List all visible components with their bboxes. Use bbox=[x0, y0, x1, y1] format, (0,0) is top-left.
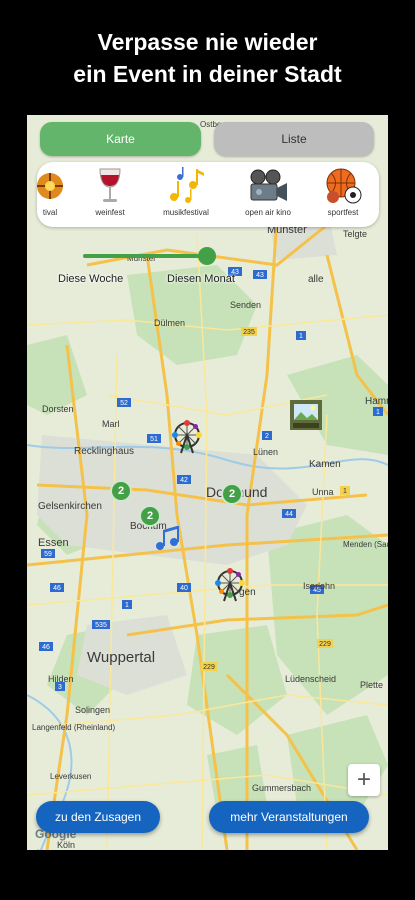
city-label: Wuppertal bbox=[87, 649, 155, 666]
road-shield: 229 bbox=[201, 662, 217, 671]
city-label: Iserlohn bbox=[303, 581, 335, 591]
road-shield: 535 bbox=[92, 620, 110, 629]
time-slider-thumb[interactable] bbox=[198, 247, 216, 265]
road-shield: 46 bbox=[50, 583, 64, 592]
open-air-cinema-marker[interactable] bbox=[289, 399, 323, 436]
city-label: Senden bbox=[230, 300, 261, 310]
music-festival-marker[interactable] bbox=[152, 522, 186, 557]
city-label: Plette bbox=[360, 680, 383, 690]
road-shield: 1 bbox=[296, 331, 306, 340]
category-item[interactable]: weinfest bbox=[75, 166, 145, 217]
category-filter-bar[interactable]: tival weinfest musikfestival open air ki… bbox=[37, 162, 379, 227]
city-label: Gummersbach bbox=[252, 783, 311, 793]
wine-glass-icon bbox=[75, 166, 145, 206]
city-label: Lüdenscheid bbox=[285, 674, 336, 684]
road-shield-label: 42 bbox=[180, 477, 188, 484]
road-shield-label: 1 bbox=[343, 488, 347, 495]
road-shield-label: 46 bbox=[42, 644, 50, 651]
road-shield-label: 59 bbox=[44, 551, 52, 558]
category-item[interactable]: sportfest bbox=[308, 166, 378, 217]
road-shield: 43 bbox=[253, 270, 267, 279]
city-label: Kamen bbox=[309, 459, 341, 470]
road-shield-label: 44 bbox=[285, 511, 293, 518]
city-label: Essen bbox=[38, 537, 69, 549]
city-label: Unna bbox=[312, 487, 334, 497]
festival-ferris-wheel-marker[interactable] bbox=[170, 420, 204, 459]
city-label: Gelsenkirchen bbox=[38, 501, 102, 512]
road-shield-label: 1 bbox=[376, 409, 380, 416]
city-label: Hamm bbox=[365, 396, 388, 407]
category-item[interactable]: musikfestival bbox=[151, 166, 221, 217]
city-label: Recklinghaus bbox=[74, 446, 134, 457]
road-shield-label: 3 bbox=[58, 684, 62, 691]
event-cluster-marker[interactable]: 2 bbox=[110, 480, 132, 502]
road-shield-label: 51 bbox=[150, 436, 158, 443]
time-slider-track[interactable] bbox=[83, 254, 203, 258]
app-screen: 43 235 52 51 2 1 44 42 1 535 46 3 1 40 4… bbox=[27, 115, 388, 850]
road-shield: 229 bbox=[317, 639, 333, 648]
cinema-screen-icon bbox=[290, 400, 322, 430]
city-label: alle bbox=[308, 274, 324, 285]
time-filter-label-week: Diese Woche bbox=[58, 273, 124, 285]
road-shield: 42 bbox=[177, 475, 191, 484]
zoom-in-button[interactable]: + bbox=[348, 764, 380, 796]
road-shield: 1 bbox=[122, 600, 132, 609]
category-label: open air kino bbox=[245, 208, 291, 217]
more-events-button[interactable]: mehr Veranstaltungen bbox=[209, 801, 369, 833]
commitments-button[interactable]: zu den Zusagen bbox=[36, 801, 160, 833]
road-shield: 40 bbox=[177, 583, 191, 592]
road-shield: 44 bbox=[282, 509, 296, 518]
road-shield: 59 bbox=[41, 549, 55, 558]
city-label: Langenfeld (Rheinland) bbox=[32, 723, 116, 732]
road-shield-label: 2 bbox=[265, 433, 269, 440]
city-label: Leverkusen bbox=[50, 772, 91, 781]
road-shield: 1 bbox=[373, 407, 383, 416]
city-label: Dorsten bbox=[42, 404, 74, 414]
headline-line-2: ein Event in deiner Stadt bbox=[73, 61, 342, 87]
movie-camera-icon bbox=[233, 166, 303, 206]
category-label: sportfest bbox=[327, 208, 359, 217]
road-shield-label: 535 bbox=[95, 622, 107, 629]
road-shield-label: 1 bbox=[125, 602, 129, 609]
music-notes-icon bbox=[156, 526, 179, 550]
road-shield-label: 43 bbox=[256, 272, 264, 279]
music-notes-icon bbox=[151, 166, 221, 206]
headline: Verpasse nie wieder ein Event in deiner … bbox=[0, 26, 415, 90]
road-shield-label: 229 bbox=[203, 664, 215, 671]
festival-ferris-wheel-marker[interactable] bbox=[213, 568, 247, 607]
category-label: weinfest bbox=[95, 208, 125, 217]
road-shield-label: 52 bbox=[120, 400, 128, 407]
city-label: Köln bbox=[57, 840, 75, 850]
city-label: Telgte bbox=[343, 229, 367, 239]
tab-map[interactable]: Karte bbox=[40, 122, 201, 156]
headline-line-1: Verpasse nie wieder bbox=[97, 29, 318, 55]
road-shield-label: 40 bbox=[180, 585, 188, 592]
city-label: Solingen bbox=[75, 705, 110, 715]
road-shield: 52 bbox=[117, 398, 131, 407]
road-shield-label: 235 bbox=[243, 329, 255, 336]
sports-balls-icon bbox=[308, 166, 378, 206]
category-item[interactable]: open air kino bbox=[233, 166, 303, 217]
ferris-wheel-icon bbox=[215, 568, 245, 602]
ferris-wheel-icon bbox=[172, 420, 202, 454]
category-label: musikfestival bbox=[163, 208, 209, 217]
road-shield: 46 bbox=[39, 642, 53, 651]
road-shield: 1 bbox=[340, 486, 350, 495]
city-label: Lünen bbox=[253, 447, 278, 457]
road-shield-label: 46 bbox=[53, 585, 61, 592]
road-shield: 51 bbox=[147, 434, 161, 443]
road-shield: 235 bbox=[241, 327, 257, 336]
road-shield-label: 1 bbox=[299, 333, 303, 340]
road-shield-label: 229 bbox=[319, 641, 331, 648]
road-shield: 2 bbox=[262, 431, 272, 440]
tab-list[interactable]: Liste bbox=[214, 122, 374, 156]
event-cluster-marker[interactable]: 2 bbox=[221, 483, 243, 505]
city-label: Marl bbox=[102, 419, 120, 429]
city-label: Dülmen bbox=[154, 318, 185, 328]
city-label: Hilden bbox=[48, 674, 74, 684]
city-label: Menden (Sauerland) bbox=[343, 540, 388, 549]
time-filter-label-month: Diesen Monat bbox=[167, 273, 235, 285]
